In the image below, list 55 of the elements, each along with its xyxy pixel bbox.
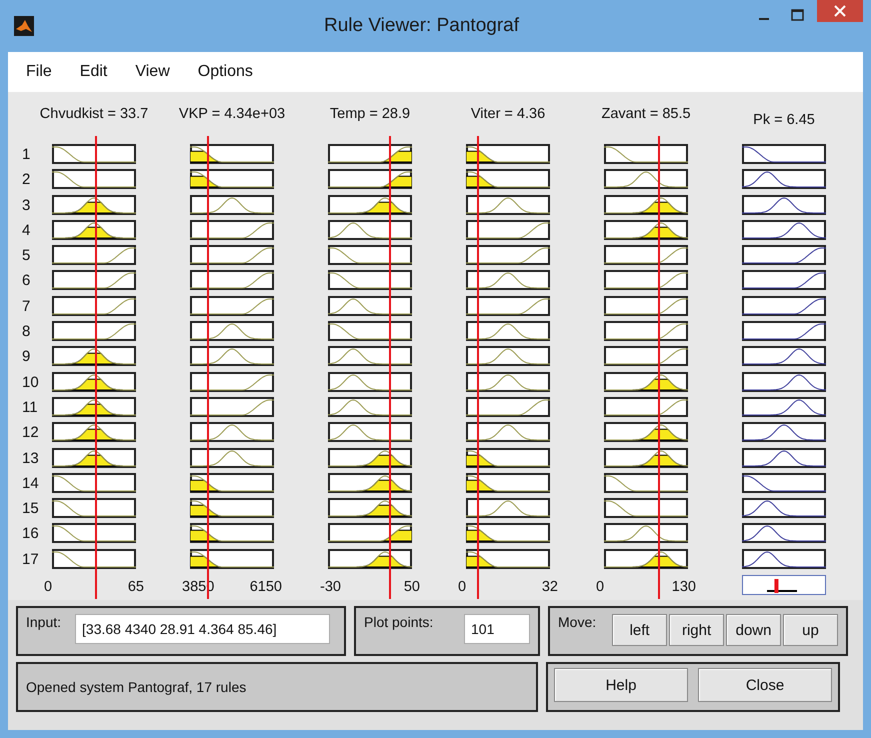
axis-label: 6150 bbox=[250, 578, 282, 595]
variable-label: VKP = 4.34e+03 bbox=[178, 105, 286, 124]
matlab-logo-icon bbox=[14, 16, 34, 36]
input-marker-line[interactable] bbox=[389, 136, 392, 599]
dialog-button[interactable]: Help bbox=[554, 668, 688, 702]
rule-number: 11 bbox=[22, 398, 39, 418]
axis-label: 0 bbox=[596, 578, 604, 595]
move-button[interactable]: down bbox=[726, 614, 782, 646]
rule-number: 8 bbox=[22, 322, 32, 342]
move-label: Move: bbox=[558, 614, 596, 630]
dialog-button[interactable]: Close bbox=[698, 668, 832, 702]
input-label: Input: bbox=[26, 614, 62, 630]
rule-number: 2 bbox=[22, 170, 32, 190]
axis-label: 32 bbox=[542, 578, 558, 595]
rule-number: 1 bbox=[22, 145, 32, 165]
axis-label: 50 bbox=[404, 578, 420, 595]
rule-number: 15 bbox=[22, 499, 40, 520]
axis-label: 0 bbox=[458, 578, 466, 595]
input-marker-line[interactable] bbox=[94, 136, 97, 599]
rule-number: 9 bbox=[22, 347, 32, 368]
rule-number: 16 bbox=[22, 524, 40, 544]
variable-label: Chvudkist = 33.7 bbox=[40, 105, 148, 124]
rule-number: 3 bbox=[22, 196, 32, 216]
rule-number: 6 bbox=[22, 271, 32, 292]
rule-number: 5 bbox=[22, 246, 32, 266]
move-button[interactable]: left bbox=[612, 614, 668, 646]
variable-label: Pk = 6.45 bbox=[753, 111, 815, 130]
menu-item[interactable]: Edit bbox=[66, 63, 122, 81]
menu-item[interactable]: Options bbox=[184, 63, 267, 81]
rule-number: 4 bbox=[22, 220, 32, 241]
variable-label: Temp = 28.9 bbox=[330, 105, 410, 124]
window-title: Rule Viewer: Pantograf bbox=[324, 15, 520, 37]
rule-number: 14 bbox=[22, 474, 40, 494]
rule-number: 13 bbox=[22, 448, 40, 469]
status-message: Opened system Pantograf, 17 rules bbox=[26, 679, 246, 695]
input-marker-line[interactable] bbox=[658, 136, 660, 599]
plot-points-field[interactable]: 101 bbox=[464, 614, 530, 644]
axis-label: 65 bbox=[128, 578, 144, 595]
rule-number: 10 bbox=[22, 372, 40, 393]
close-icon[interactable] bbox=[817, 0, 863, 22]
input-field[interactable]: [33.68 4340 28.91 4.364 85.46] bbox=[75, 614, 330, 644]
axis-label: 0 bbox=[44, 578, 52, 595]
move-button[interactable]: up bbox=[783, 614, 838, 646]
axis-label: -30 bbox=[320, 578, 341, 595]
variable-label: Zavant = 85.5 bbox=[601, 105, 691, 124]
rule-number: 7 bbox=[22, 296, 32, 317]
plot-points-label: Plot points: bbox=[364, 614, 434, 630]
input-marker-line[interactable] bbox=[476, 136, 479, 599]
rule-number: 12 bbox=[22, 423, 40, 444]
variable-label: Viter = 4.36 bbox=[470, 105, 546, 124]
rule-number: 17 bbox=[22, 550, 40, 570]
move-button[interactable]: right bbox=[669, 614, 724, 646]
menu-item[interactable]: File bbox=[12, 63, 66, 81]
axis-label: 130 bbox=[672, 578, 696, 595]
menu-item[interactable]: View bbox=[121, 63, 184, 81]
